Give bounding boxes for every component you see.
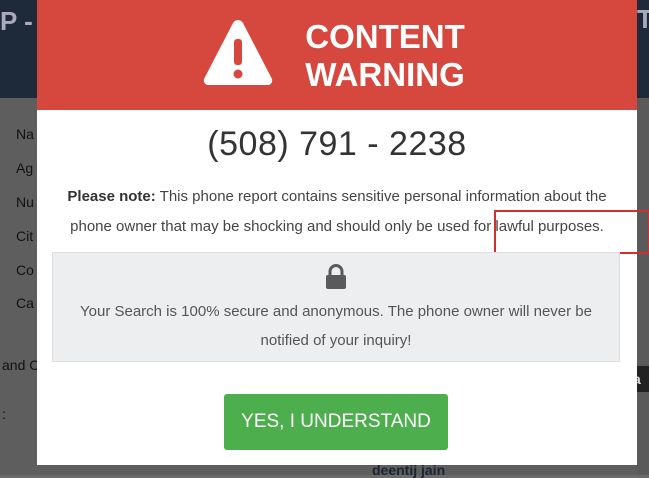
warning-triangle-icon	[203, 20, 273, 85]
background-field-label: Cit	[16, 228, 34, 244]
background-section-label: and C	[2, 357, 40, 373]
secure-info-box: Your Search is 100% secure and anonymous…	[52, 252, 620, 362]
content-warning-modal: CONTENT WARNING (508) 791 - 2238 Please …	[37, 0, 649, 465]
background-title: P -	[0, 6, 33, 36]
phone-number: (508) 791 - 2238	[207, 125, 467, 163]
modal-title: CONTENT WARNING	[295, 18, 475, 94]
note-label: Please note:	[67, 188, 156, 205]
background-field-label: Na	[16, 126, 34, 142]
highlight-annotation-box	[494, 210, 649, 254]
background-title-right: T	[637, 4, 649, 34]
background-right-panel	[637, 98, 649, 475]
yes-i-understand-button[interactable]: YES, I UNDERSTAND	[224, 394, 448, 450]
background-field-label: Ag	[16, 160, 34, 176]
lock-icon	[326, 264, 346, 289]
background-field-label: Nu	[16, 194, 34, 210]
secure-text: Your Search is 100% secure and anonymous…	[80, 303, 592, 349]
background-field-label: Co	[16, 262, 34, 278]
modal-header: CONTENT WARNING	[37, 0, 637, 110]
modal-title-line2: WARNING	[305, 56, 465, 93]
background-colon: :	[2, 406, 6, 422]
modal-title-line1: CONTENT	[305, 18, 465, 55]
background-field-label: Ca	[16, 295, 34, 311]
